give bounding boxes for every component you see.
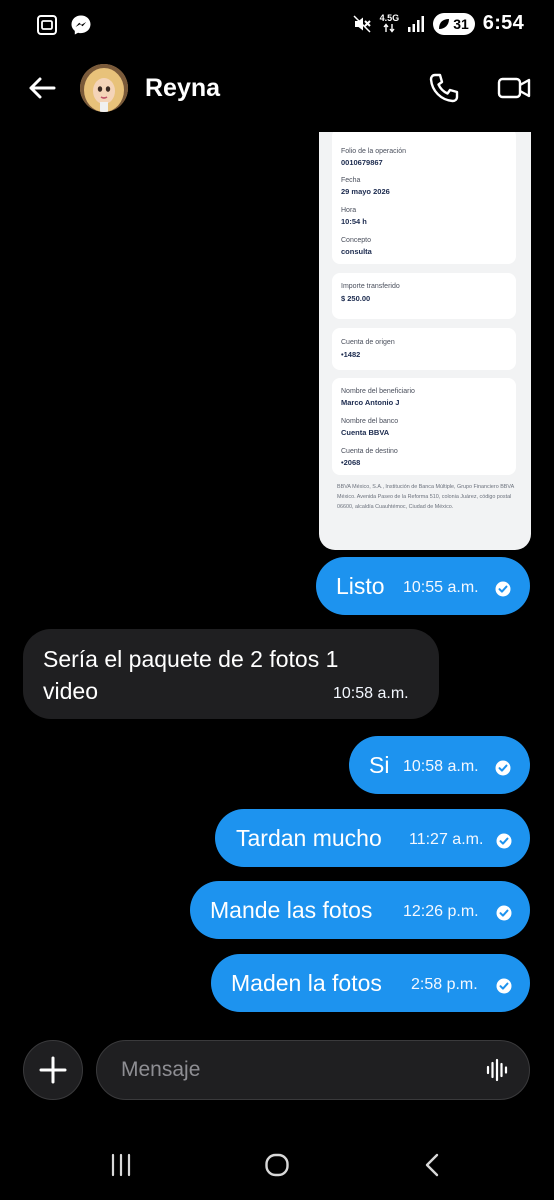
receipt-card-origin: Cuenta de origen •1482 [332,328,516,370]
chat-screen: 4.5G 31 6:54 Reyna Folio de la operación… [0,0,554,1200]
fecha-value: 29 mayo 2026 [341,187,390,196]
receipt-card-amount: Importe transferido $ 250.00 [332,273,516,319]
check-circle-icon [496,978,512,994]
chat-header: Reyna [0,56,554,122]
concepto-label: Concepto [341,237,371,244]
contact-name[interactable]: Reyna [145,74,220,103]
destino-label: Cuenta de destino [341,448,398,455]
importe-value: $ 250.00 [341,294,371,303]
banco-label: Nombre del banco [341,418,399,425]
message-time: 11:27 a.m. [409,831,484,848]
message-time: 10:55 a.m. [403,579,479,596]
avatar-image [80,64,128,112]
origen-label: Cuenta de origen [341,339,395,346]
network-indicator: 4.5G [379,13,400,33]
message-time: 12:26 p.m. [403,903,479,920]
origen-value: •1482 [341,350,361,359]
screenshot-icon [37,15,57,35]
signal-icon [408,15,425,32]
check-circle-icon [496,833,512,849]
importe-label: Importe transferido [341,283,400,290]
folio-value: 0010679867 [341,158,383,167]
destino-value: •2068 [341,458,361,467]
receipt-footer: BBVA México, S.A., Institución de Banca … [337,484,514,510]
leaf-icon [439,18,450,29]
message-bubble-outgoing[interactable]: Si 10:58 a.m. [349,736,530,794]
receipt-card-beneficiary: Nombre del beneficiario Marco Antonio J … [332,378,516,475]
message-text: Listo [336,573,385,599]
message-text: Mande las fotos [210,897,373,923]
arrow-left-icon[interactable] [24,70,60,106]
message-text: Si [369,752,390,778]
folio-label: Folio de la operación [341,148,406,155]
notification-count-badge: 31 [433,12,475,35]
beneficiario-label: Nombre del beneficiario [341,388,415,395]
message-input[interactable]: Mensaje [96,1040,530,1100]
message-time: 10:58 a.m. [403,758,479,775]
transfer-receipt-image[interactable]: Folio de la operación 0010679867 Fecha 2… [319,132,531,550]
network-type: 4.5G [379,13,400,23]
fecha-label: Fecha [341,177,361,184]
beneficiario-value: Marco Antonio J [341,398,400,407]
voice-wave-icon[interactable] [485,1057,511,1083]
message-text: Tardan mucho [236,825,382,851]
data-arrows-icon [383,23,395,33]
message-bubble-outgoing[interactable]: Tardan mucho 11:27 a.m. [215,809,530,867]
home-icon[interactable] [264,1152,290,1178]
message-text: Maden la fotos [231,970,382,996]
hora-value: 10:54 h [341,217,367,226]
status-right-icons: 4.5G 31 6:54 [352,12,524,35]
message-text-line-2: video [43,678,98,704]
receipt-card-operation: Folio de la operación 0010679867 Fecha 2… [332,132,516,264]
hora-label: Hora [341,207,357,214]
message-time: 2:58 p.m. [411,976,478,993]
avatar[interactable] [80,64,128,112]
message-time: 10:58 a.m. [333,685,409,702]
notification-count: 31 [453,15,469,32]
nav-back-icon[interactable] [420,1152,446,1178]
video-camera-icon[interactable] [496,70,532,106]
message-bubble-outgoing[interactable]: Mande las fotos 12:26 p.m. [190,881,530,939]
message-bubble-outgoing[interactable]: Listo 10:55 a.m. [316,557,530,615]
add-attachment-button[interactable] [23,1040,83,1100]
message-text-line-1: Sería el paquete de 2 fotos 1 [43,646,339,672]
recent-apps-icon[interactable] [108,1152,134,1178]
status-bar: 4.5G 31 6:54 [0,0,554,56]
message-input-placeholder: Mensaje [121,1058,201,1081]
concepto-value: consulta [341,247,372,256]
status-time: 6:54 [482,12,524,34]
check-circle-icon [495,760,511,776]
status-left-icons [36,14,92,36]
phone-icon[interactable] [426,70,462,106]
mute-icon [353,14,371,33]
message-bubble-outgoing[interactable]: Maden la fotos 2:58 p.m. [211,954,530,1012]
plus-icon [39,1056,67,1084]
check-circle-icon [495,581,511,597]
check-circle-icon [496,905,512,921]
banco-value: Cuenta BBVA [341,428,390,437]
messenger-icon [71,15,91,35]
system-nav-bar [0,1130,554,1200]
message-bubble-incoming[interactable]: Sería el paquete de 2 fotos 1 video 10:5… [23,629,439,719]
